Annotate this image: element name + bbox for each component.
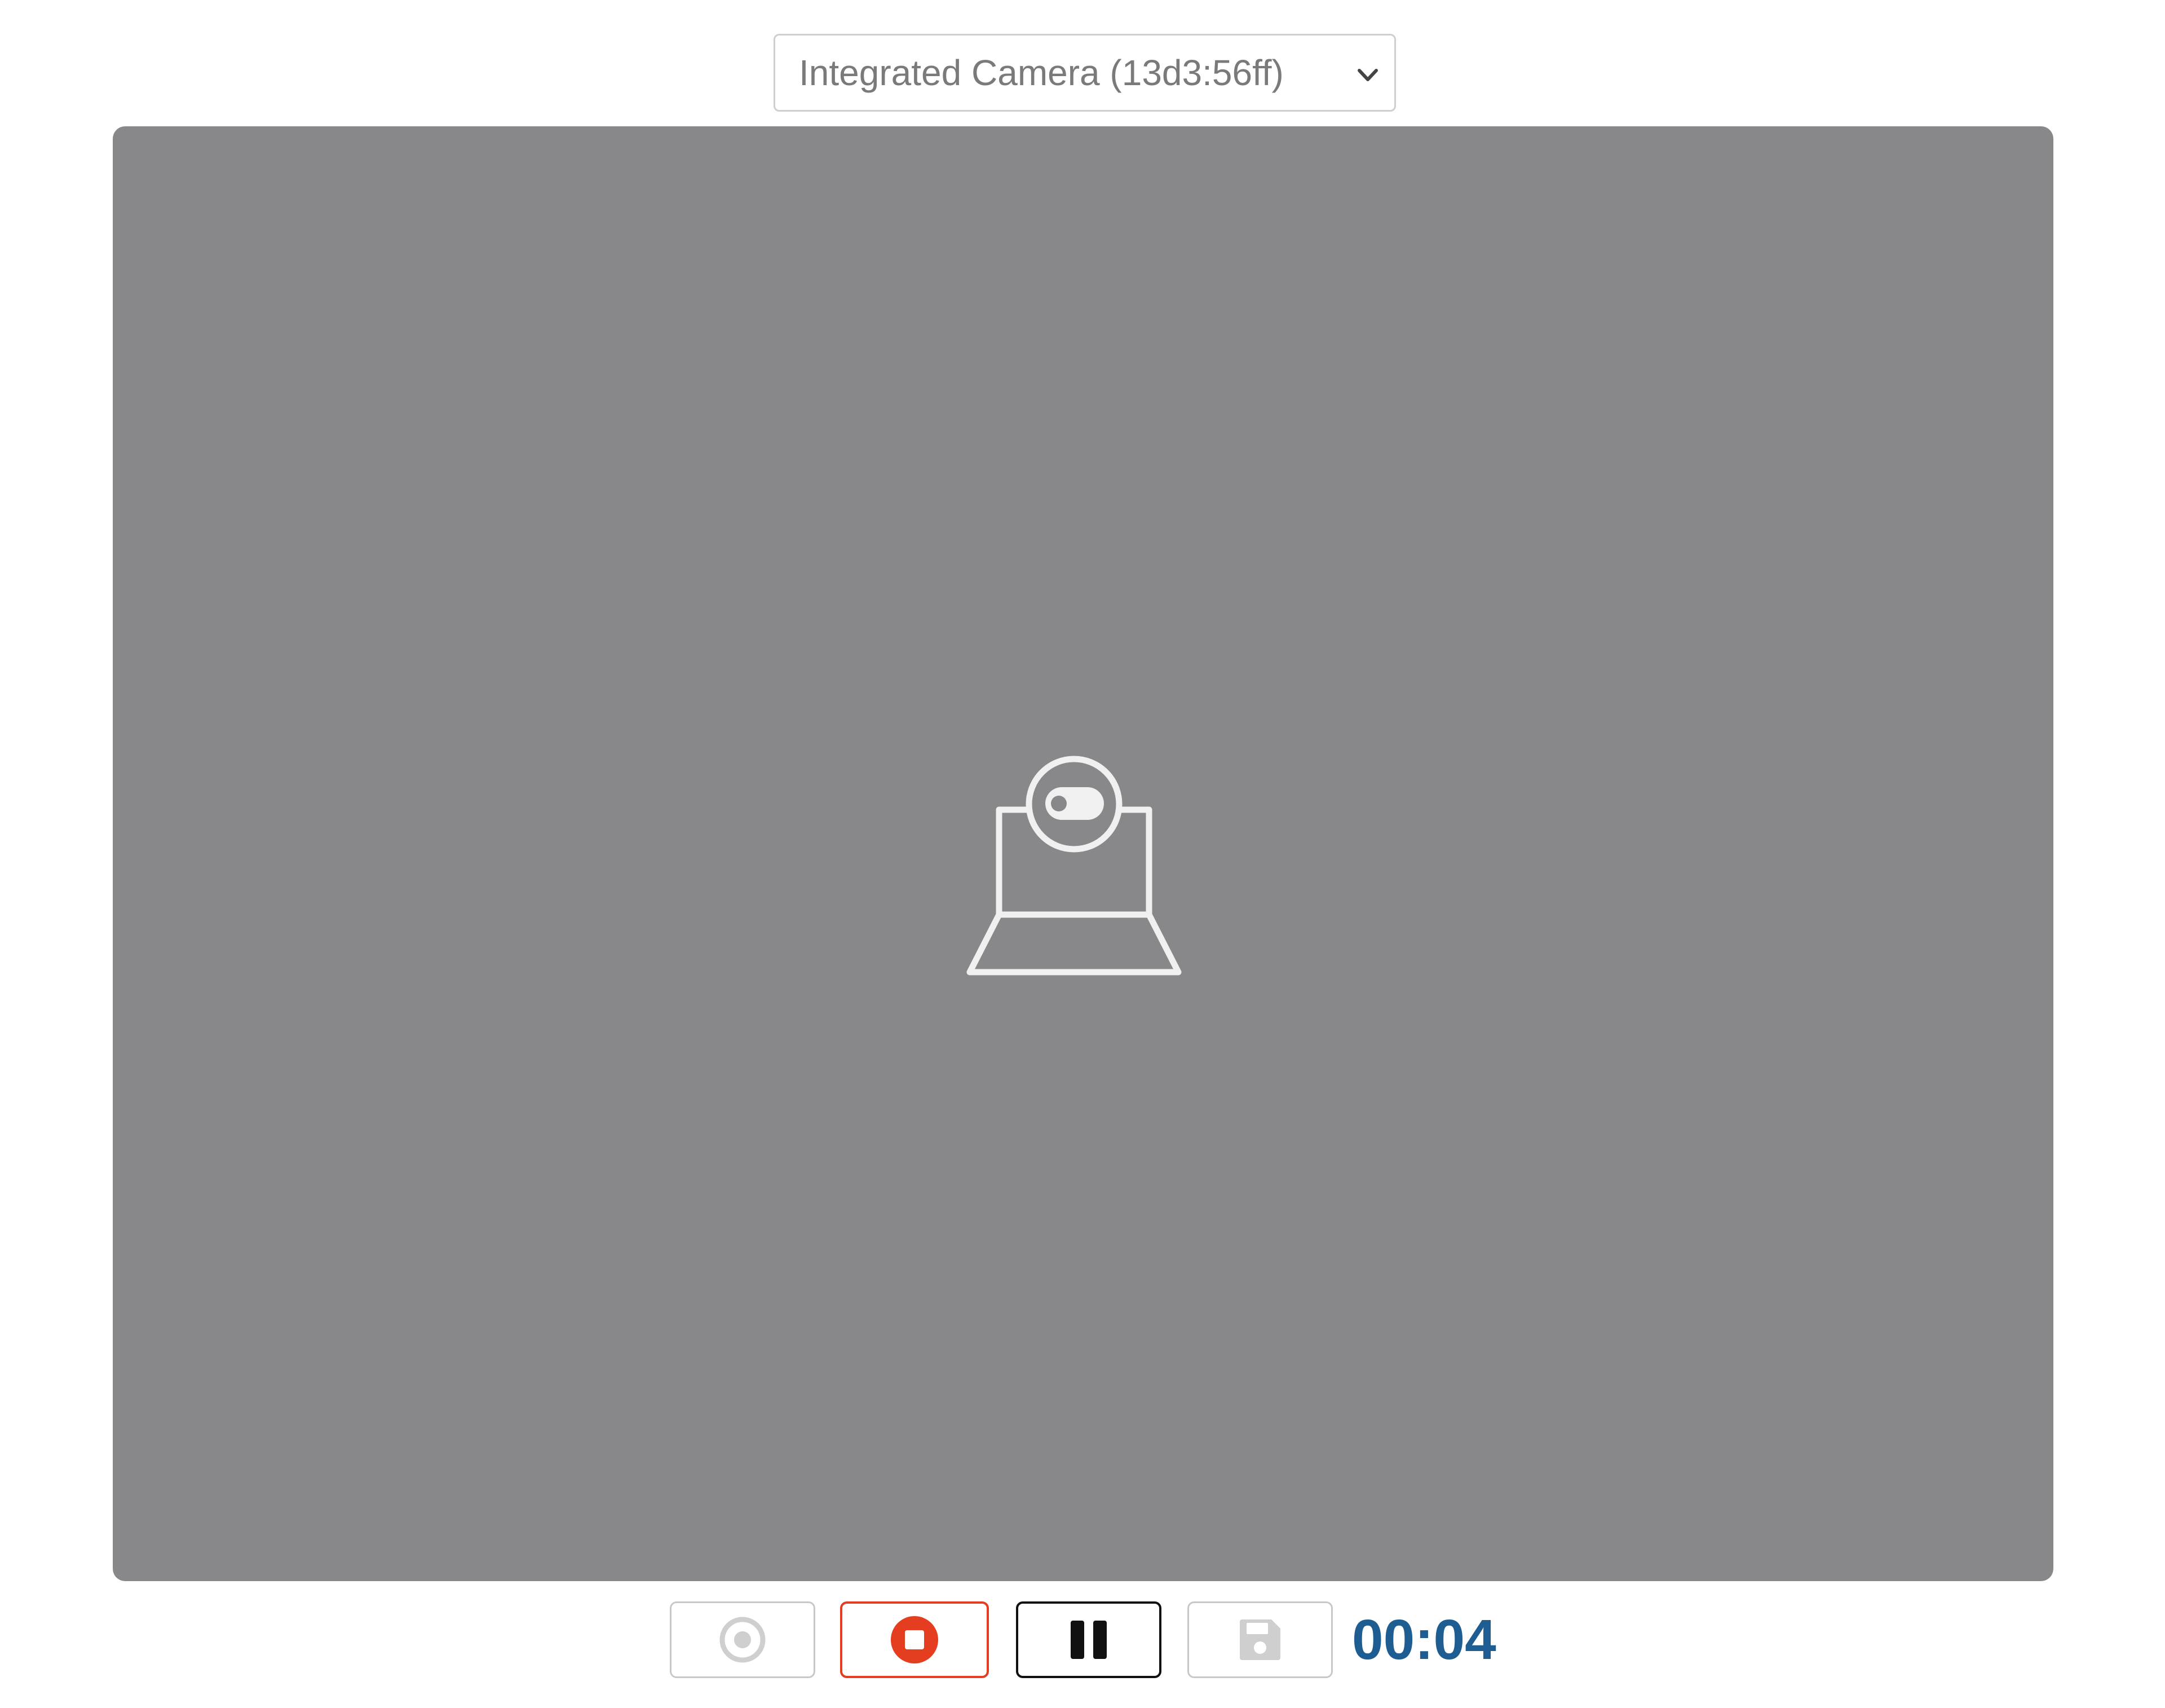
camera-shutter-icon [719, 1617, 766, 1663]
webcam-icon [966, 756, 1182, 976]
recording-controls: 00:04 [0, 1601, 2165, 1680]
recording-timer: 00:04 [1352, 1608, 1496, 1671]
camera-select-value: Integrated Camera (13d3:56ff) [799, 52, 1284, 93]
snapshot-button[interactable] [670, 1601, 815, 1678]
chevron-down-icon [1358, 69, 1378, 81]
pause-button[interactable] [1016, 1601, 1161, 1678]
camera-select[interactable]: Integrated Camera (13d3:56ff) [774, 34, 1396, 112]
stop-icon [891, 1616, 938, 1663]
video-preview [113, 126, 2053, 1581]
save-button[interactable] [1187, 1601, 1333, 1678]
pause-icon [1071, 1621, 1107, 1659]
stop-recording-button[interactable] [840, 1601, 989, 1678]
floppy-disk-icon [1240, 1619, 1280, 1660]
